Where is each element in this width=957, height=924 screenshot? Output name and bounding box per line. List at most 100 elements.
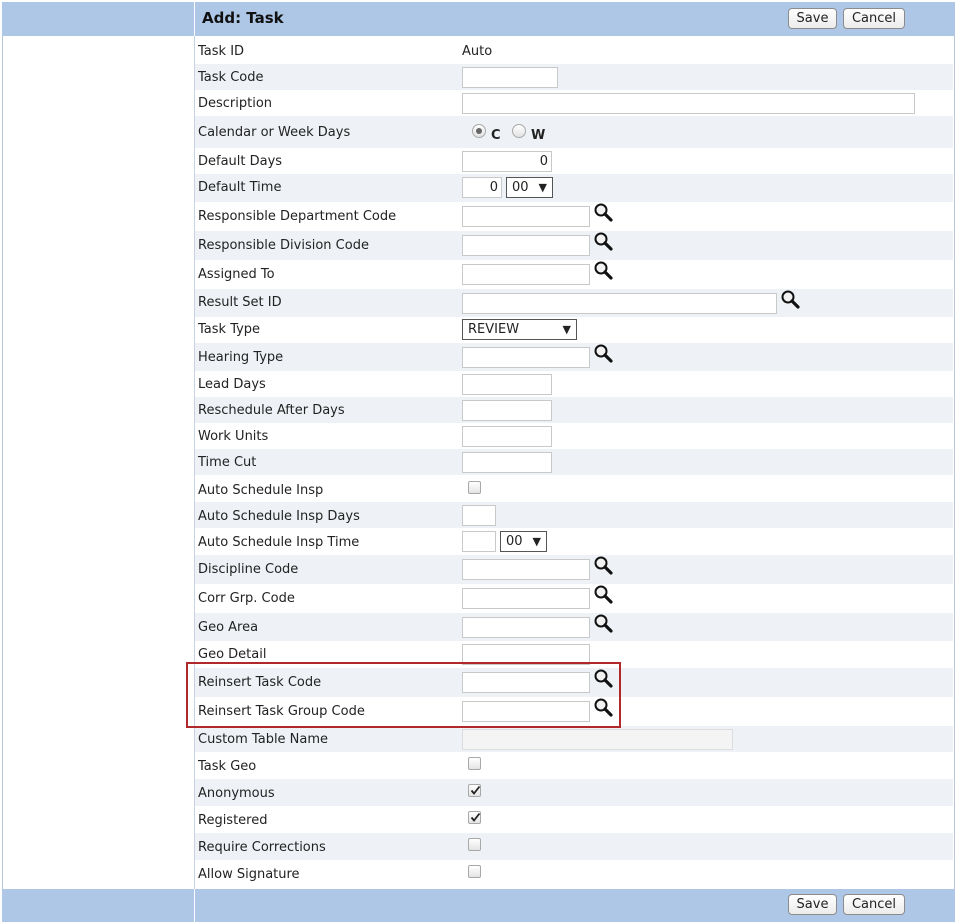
- label-reschedule-after-days: Reschedule After Days: [198, 403, 345, 418]
- work-units-input[interactable]: [462, 426, 552, 447]
- task-code-input[interactable]: [462, 67, 558, 88]
- label-work-units: Work Units: [198, 429, 269, 444]
- geo-detail-input[interactable]: [462, 644, 590, 665]
- row-auto-schedule-insp-time: Auto Schedule Insp Time 00 ▼: [195, 528, 953, 555]
- label-task-geo: Task Geo: [198, 759, 257, 774]
- magnifier-icon[interactable]: [593, 668, 615, 690]
- label-task-id: Task ID: [198, 44, 245, 59]
- value-task-id: Auto: [462, 44, 493, 59]
- require-corrections-checkbox[interactable]: [468, 838, 481, 851]
- row-lead-days: Lead Days: [195, 371, 953, 397]
- default-time-minutes-value: 00: [512, 180, 529, 195]
- allow-signature-checkbox[interactable]: [468, 865, 481, 878]
- label-reinsert-task-group-code: Reinsert Task Group Code: [198, 704, 365, 719]
- checkmark-icon: [470, 785, 481, 795]
- time-cut-input[interactable]: [462, 452, 552, 473]
- row-hearing-type: Hearing Type: [195, 343, 953, 371]
- result-set-id-input[interactable]: [462, 293, 777, 314]
- row-anonymous: Anonymous: [195, 779, 953, 806]
- task-type-value: REVIEW: [468, 322, 520, 337]
- label-responsible-division-code: Responsible Division Code: [198, 238, 369, 253]
- label-discipline-code: Discipline Code: [198, 562, 299, 577]
- magnifier-icon[interactable]: [780, 289, 802, 311]
- row-work-units: Work Units: [195, 423, 953, 449]
- task-geo-checkbox[interactable]: [468, 757, 481, 770]
- save-button-bottom[interactable]: Save: [788, 894, 837, 915]
- label-responsible-department-code: Responsible Department Code: [198, 209, 397, 224]
- corr-grp-code-input[interactable]: [462, 588, 590, 609]
- magnifier-icon[interactable]: [593, 231, 615, 253]
- discipline-code-input[interactable]: [462, 559, 590, 580]
- chevron-down-icon: ▼: [532, 535, 541, 548]
- task-type-select[interactable]: REVIEW ▼: [462, 319, 577, 340]
- label-task-code: Task Code: [198, 70, 264, 85]
- magnifier-icon[interactable]: [593, 260, 615, 282]
- row-task-geo: Task Geo: [195, 752, 953, 779]
- label-default-time: Default Time: [198, 180, 282, 195]
- description-input[interactable]: [462, 93, 915, 114]
- row-time-cut: Time Cut: [195, 449, 953, 475]
- registered-checkbox[interactable]: [468, 811, 481, 824]
- auto-schedule-insp-checkbox[interactable]: [468, 481, 481, 494]
- row-description: Description: [195, 90, 953, 116]
- geo-area-input[interactable]: [462, 617, 590, 638]
- label-custom-table-name: Custom Table Name: [198, 732, 329, 747]
- reinsert-task-code-input[interactable]: [462, 672, 590, 693]
- custom-table-name-input[interactable]: [462, 729, 733, 750]
- responsible-division-code-input[interactable]: [462, 235, 590, 256]
- radio-calendar-days[interactable]: [472, 124, 486, 138]
- auto-schedule-insp-days-input[interactable]: [462, 505, 496, 526]
- row-corr-grp-code: Corr Grp. Code: [195, 584, 953, 613]
- label-corr-grp-code: Corr Grp. Code: [198, 591, 295, 606]
- hearing-type-input[interactable]: [462, 347, 590, 368]
- default-time-minutes-select[interactable]: 00 ▼: [506, 177, 553, 198]
- label-assigned-to: Assigned To: [198, 267, 275, 282]
- cancel-button-bottom[interactable]: Cancel: [843, 894, 905, 915]
- header-left-cell: [2, 2, 195, 36]
- label-calendar-week-days: Calendar or Week Days: [198, 125, 351, 140]
- page-title: Add: Task: [202, 9, 284, 27]
- magnifier-icon[interactable]: [593, 202, 615, 224]
- row-require-corrections: Require Corrections: [195, 833, 953, 860]
- row-assigned-to: Assigned To: [195, 260, 953, 289]
- row-auto-schedule-insp: Auto Schedule Insp: [195, 475, 953, 502]
- label-registered: Registered: [198, 813, 268, 828]
- assigned-to-input[interactable]: [462, 264, 590, 285]
- magnifier-icon[interactable]: [593, 555, 615, 577]
- cancel-button-top[interactable]: Cancel: [843, 8, 905, 29]
- label-reinsert-task-code: Reinsert Task Code: [198, 675, 322, 690]
- auto-schedule-insp-time-minutes-select[interactable]: 00 ▼: [500, 531, 547, 552]
- magnifier-icon[interactable]: [593, 613, 615, 635]
- row-responsible-department-code: Responsible Department Code: [195, 202, 953, 231]
- row-reinsert-task-group-code: Reinsert Task Group Code: [195, 697, 953, 726]
- magnifier-icon[interactable]: [593, 343, 615, 365]
- row-default-time: Default Time 00 ▼: [195, 174, 953, 202]
- magnifier-icon[interactable]: [593, 584, 615, 606]
- label-default-days: Default Days: [198, 154, 283, 169]
- row-auto-schedule-insp-days: Auto Schedule Insp Days: [195, 502, 953, 528]
- label-auto-schedule-insp: Auto Schedule Insp: [198, 483, 324, 498]
- radio-selected-dot: [476, 128, 482, 134]
- default-time-hours-input[interactable]: [462, 177, 502, 198]
- row-registered: Registered: [195, 806, 953, 833]
- reschedule-after-days-input[interactable]: [462, 400, 552, 421]
- label-require-corrections: Require Corrections: [198, 840, 326, 855]
- anonymous-checkbox[interactable]: [468, 784, 481, 797]
- auto-schedule-insp-time-hours-input[interactable]: [462, 531, 496, 552]
- row-result-set-id: Result Set ID: [195, 289, 953, 317]
- reinsert-task-group-code-input[interactable]: [462, 701, 590, 722]
- responsible-department-code-input[interactable]: [462, 206, 590, 227]
- label-geo-area: Geo Area: [198, 620, 259, 635]
- default-days-input[interactable]: [462, 151, 552, 172]
- row-task-type: Task Type REVIEW ▼: [195, 317, 953, 343]
- label-lead-days: Lead Days: [198, 377, 266, 392]
- save-button-top[interactable]: Save: [788, 8, 837, 29]
- magnifier-icon[interactable]: [593, 697, 615, 719]
- row-default-days: Default Days: [195, 148, 953, 174]
- label-anonymous: Anonymous: [198, 786, 275, 801]
- row-reinsert-task-code: Reinsert Task Code: [195, 668, 953, 697]
- radio-week-days[interactable]: [512, 124, 526, 138]
- auto-schedule-insp-time-minutes-value: 00: [506, 534, 523, 549]
- lead-days-input[interactable]: [462, 374, 552, 395]
- row-responsible-division-code: Responsible Division Code: [195, 231, 953, 260]
